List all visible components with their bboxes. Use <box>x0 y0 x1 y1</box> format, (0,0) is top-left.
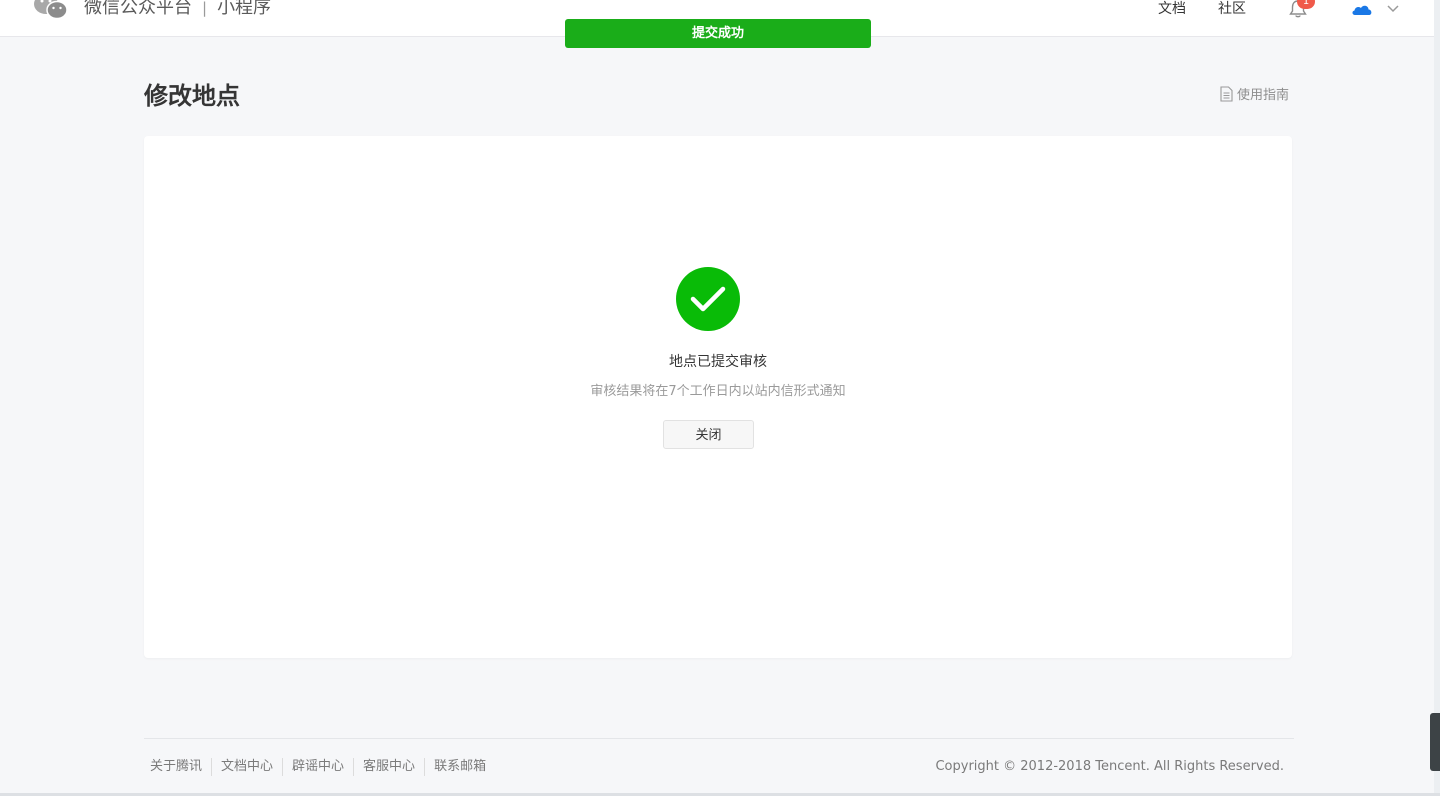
cloud-avatar-icon[interactable] <box>1351 4 1373 16</box>
result-title: 地点已提交审核 <box>669 354 767 370</box>
footer-links: 关于腾讯 文档中心 辟谣中心 客服中心 联系邮箱 <box>150 758 495 776</box>
page-title: 修改地点 <box>144 82 240 110</box>
user-guide-label: 使用指南 <box>1237 88 1290 103</box>
check-circle-icon <box>676 267 740 331</box>
result-card: 地点已提交审核 审核结果将在7个工作日内以站内信形式通知 关闭 <box>144 136 1292 658</box>
document-icon <box>1220 86 1233 102</box>
nav-community-link[interactable]: 社区 <box>1218 0 1246 18</box>
nav-docs-link[interactable]: 文档 <box>1158 0 1186 18</box>
footer-link-about[interactable]: 关于腾讯 <box>150 758 211 776</box>
user-guide-link[interactable]: 使用指南 <box>1220 86 1289 104</box>
brand-product: 小程序 <box>217 0 272 18</box>
chevron-down-icon[interactable] <box>1386 3 1400 13</box>
scrollbar-track[interactable] <box>1434 0 1440 796</box>
footer-link-rumor[interactable]: 辟谣中心 <box>282 758 353 776</box>
footer-link-email[interactable]: 联系邮箱 <box>424 758 495 776</box>
brand-title[interactable]: 微信公众平台 | 小程序 <box>84 0 271 19</box>
brand-name: 微信公众平台 <box>84 0 192 18</box>
brand-separator: | <box>202 0 208 17</box>
notification-badge: 1 <box>1297 0 1315 9</box>
result-description: 审核结果将在7个工作日内以站内信形式通知 <box>590 384 846 399</box>
footer-link-docs[interactable]: 文档中心 <box>211 758 282 776</box>
copyright-text: Copyright © 2012-2018 Tencent. All Right… <box>935 759 1284 774</box>
side-widget[interactable] <box>1430 713 1440 771</box>
footer-divider <box>144 738 1294 739</box>
footer-link-service[interactable]: 客服中心 <box>353 758 424 776</box>
close-button[interactable]: 关闭 <box>663 420 754 449</box>
wechat-logo-icon[interactable] <box>34 0 68 20</box>
success-toast: 提交成功 <box>565 19 871 48</box>
